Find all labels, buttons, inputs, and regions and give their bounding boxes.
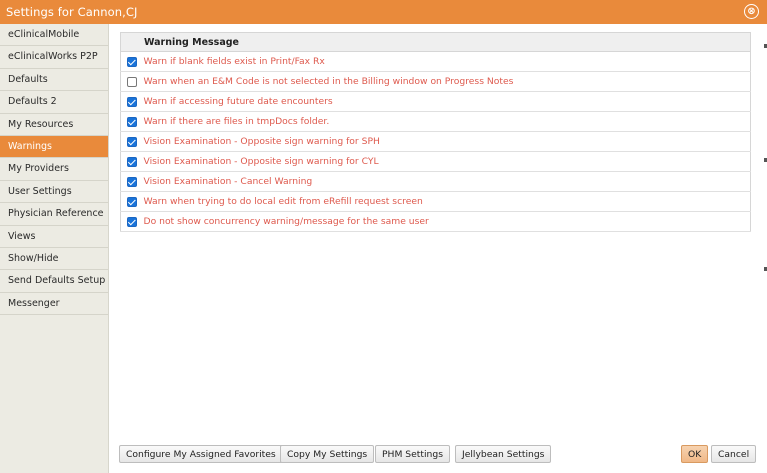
- table-row: Vision Examination - Opposite sign warni…: [120, 151, 751, 172]
- checked-checkbox[interactable]: [126, 116, 137, 127]
- warning-message-text: Warn if blank fields exist in Print/Fax …: [142, 51, 751, 72]
- sidebar-item-warnings[interactable]: Warnings: [0, 135, 108, 159]
- sidebar-item-defaults[interactable]: Defaults: [0, 69, 108, 92]
- checked-checkbox[interactable]: [126, 176, 137, 187]
- table-header-row: Warning Message: [120, 32, 751, 52]
- warning-message-text: Warn if there are files in tmpDocs folde…: [142, 111, 751, 132]
- window-title: Settings for Cannon,CJ: [6, 5, 138, 19]
- warning-message-text: Warn if accessing future date encounters: [142, 91, 751, 112]
- cancel-button[interactable]: Cancel: [711, 445, 757, 463]
- table-row: Warn if there are files in tmpDocs folde…: [120, 111, 751, 132]
- sidebar-item-my-resources[interactable]: My Resources: [0, 114, 108, 136]
- warning-message-text: Warn when trying to do local edit from e…: [142, 191, 751, 212]
- close-icon[interactable]: ⊗: [744, 4, 759, 19]
- checkbox-cell: [120, 151, 143, 172]
- warning-message-text: Vision Examination - Cancel Warning: [142, 171, 751, 192]
- checkbox-cell: [120, 71, 143, 92]
- sidebar-item-messenger[interactable]: Messenger: [0, 293, 108, 316]
- warning-message-text: Warn when an E&M Code is not selected in…: [142, 71, 751, 92]
- checked-checkbox[interactable]: [126, 136, 137, 147]
- checkbox-cell: [120, 131, 143, 152]
- dialog-footer: Configure My Assigned Favorites Copy My …: [110, 441, 760, 473]
- sidebar-item-eclinicalworks-p2p[interactable]: eClinicalWorks P2P: [0, 46, 108, 69]
- jellybean-settings-button[interactable]: Jellybean Settings: [455, 445, 552, 463]
- table-row: Vision Examination - Cancel Warning: [120, 171, 751, 192]
- settings-sidebar: eClinicalMobile eClinicalWorks P2P Default…: [0, 24, 109, 473]
- sidebar-item-my-providers[interactable]: My Providers: [0, 158, 108, 181]
- warning-message-text: Vision Examination - Opposite sign warni…: [142, 151, 751, 172]
- sidebar-item-show-hide[interactable]: Show/Hide: [0, 248, 108, 271]
- sidebar-item-user-settings[interactable]: User Settings: [0, 181, 108, 204]
- scroll-indicator: [760, 24, 767, 473]
- sidebar-item-eclinicalmobile[interactable]: eClinicalMobile: [0, 24, 108, 47]
- ok-button[interactable]: OK: [681, 445, 709, 463]
- table-row: Vision Examination - Opposite sign warni…: [120, 131, 751, 152]
- checked-checkbox[interactable]: [126, 216, 137, 227]
- sidebar-item-defaults-2[interactable]: Defaults 2: [0, 91, 108, 114]
- checkbox-cell: [120, 171, 143, 192]
- column-header-warning-message: Warning Message: [120, 32, 751, 52]
- sidebar-item-send-defaults-setup[interactable]: Send Defaults Setup: [0, 270, 108, 293]
- copy-settings-button[interactable]: Copy My Settings: [280, 445, 375, 463]
- checked-checkbox[interactable]: [126, 156, 137, 167]
- checked-checkbox[interactable]: [126, 96, 137, 107]
- table-row: Warn if accessing future date encounters: [120, 91, 751, 112]
- sidebar-item-physician-reference[interactable]: Physician Reference: [0, 203, 108, 226]
- warning-message-text: Do not show concurrency warning/message …: [142, 211, 751, 232]
- warnings-table: Warning Message Warn if blank fields exi…: [120, 32, 751, 232]
- warning-message-text: Vision Examination - Opposite sign warni…: [142, 131, 751, 152]
- configure-favorites-button[interactable]: Configure My Assigned Favorites: [119, 445, 283, 463]
- table-row: Warn when trying to do local edit from e…: [120, 191, 751, 212]
- phm-settings-button[interactable]: PHM Settings: [375, 445, 450, 463]
- table-row: Warn when an E&M Code is not selected in…: [120, 71, 751, 92]
- checkbox-cell: [120, 111, 143, 132]
- checkbox-cell: [120, 51, 143, 72]
- checkbox-cell: [120, 191, 143, 212]
- title-bar: Settings for Cannon,CJ ⊗: [0, 0, 767, 24]
- sidebar-item-views[interactable]: Views: [0, 226, 108, 248]
- table-row: Warn if blank fields exist in Print/Fax …: [120, 51, 751, 72]
- unchecked-checkbox[interactable]: [126, 76, 137, 87]
- checked-checkbox[interactable]: [126, 196, 137, 207]
- checkbox-cell: [120, 211, 143, 232]
- warnings-panel: Warning Message Warn if blank fields exi…: [110, 24, 760, 441]
- checked-checkbox[interactable]: [126, 56, 137, 67]
- table-row: Do not show concurrency warning/message …: [120, 211, 751, 232]
- checkbox-cell: [120, 91, 143, 112]
